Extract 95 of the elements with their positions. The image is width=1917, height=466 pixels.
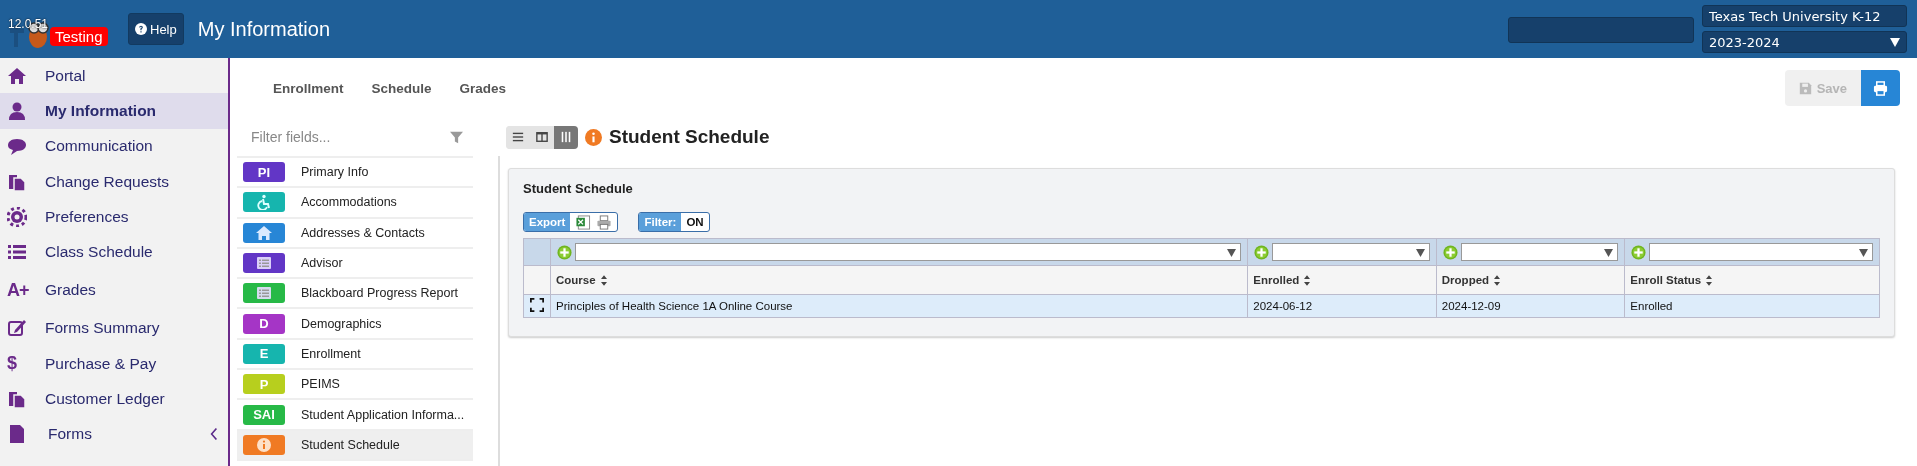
section-badge: PI — [243, 162, 285, 183]
caret-icon — [1604, 247, 1614, 257]
caret-icon — [1890, 37, 1900, 47]
column-view-button[interactable] — [554, 125, 578, 149]
year-dropdown[interactable]: 2023-2024 — [1702, 31, 1907, 53]
search-field[interactable] — [1508, 16, 1694, 43]
field-list-item[interactable]: D Demographics — [237, 309, 473, 340]
caret-icon — [1415, 247, 1425, 257]
filter-dropdown[interactable] — [1649, 243, 1873, 261]
sub-tab[interactable]: Enrollment — [273, 80, 344, 96]
list-icon — [256, 255, 272, 272]
section-badge: E — [243, 343, 285, 364]
sidebar-item[interactable]: My Information — [0, 93, 228, 129]
card-title: Student Schedule — [523, 181, 634, 196]
house-icon — [7, 65, 27, 86]
sidebar-item[interactable]: A+ Grades — [0, 269, 228, 311]
column-header[interactable]: Dropped — [1441, 273, 1490, 286]
field-list-item[interactable]: P PEIMS — [237, 370, 473, 401]
expand-icon[interactable] — [530, 298, 544, 312]
field-list-item[interactable]: PI Primary Info — [237, 158, 473, 189]
documents-icon — [7, 389, 27, 409]
edit-icon — [7, 318, 27, 339]
sort-icon[interactable] — [1304, 275, 1311, 287]
page-title: My Information — [197, 17, 330, 41]
sub-tab[interactable]: Grades — [459, 80, 507, 96]
table-cell: Principles of Health Science 1A Online Course — [550, 294, 1248, 318]
sort-icon[interactable] — [600, 275, 607, 287]
print-button[interactable] — [1861, 70, 1900, 106]
grade-icon: $ — [7, 353, 27, 375]
split-icon — [536, 131, 548, 143]
version-label: 12.0.51 — [8, 17, 49, 31]
person-icon — [7, 100, 27, 121]
environment-badge: Testing — [50, 27, 108, 46]
house-icon — [256, 224, 272, 241]
sort-icon[interactable] — [1706, 275, 1713, 287]
table-cell: 2024-12-09 — [1436, 294, 1625, 318]
list-icon — [256, 285, 272, 302]
column-header[interactable]: Course — [556, 273, 596, 286]
section-badge: SAI — [243, 404, 285, 425]
chevron-icon[interactable] — [210, 427, 218, 442]
caret-icon — [1859, 247, 1868, 257]
grade-icon: A+ — [7, 279, 27, 301]
printer-icon — [1873, 80, 1888, 96]
gear-icon — [7, 206, 27, 227]
sidebar-item[interactable]: Portal — [0, 58, 228, 94]
sidebar-item[interactable]: Customer Ledger — [0, 381, 228, 417]
district-label: Texas Tech University K-12 — [1702, 5, 1907, 27]
sort-icon[interactable] — [1494, 275, 1501, 287]
file-icon — [7, 424, 27, 445]
add-icon[interactable] — [1631, 244, 1647, 260]
sidebar-item[interactable]: Communication — [0, 128, 228, 164]
sidebar-item[interactable]: Preferences — [0, 199, 228, 235]
list-icon — [512, 131, 524, 143]
export-label: Export — [524, 213, 571, 231]
sidebar-item[interactable]: Forms Summary — [0, 310, 228, 347]
filter-field[interactable]: Filter fields... — [249, 128, 450, 146]
sidebar-item[interactable]: Change Requests — [0, 163, 228, 200]
filter-dropdown[interactable] — [575, 243, 1242, 261]
filter-dropdown[interactable] — [1460, 243, 1619, 261]
info-icon — [585, 128, 602, 146]
question-icon — [135, 23, 147, 35]
filter-toggle[interactable]: Filter: ON — [638, 212, 710, 232]
table-cell: 2024-06-12 — [1247, 294, 1437, 318]
sidebar-item[interactable]: Class Schedule — [0, 234, 228, 270]
info-icon — [256, 436, 272, 453]
caret-icon — [1227, 247, 1237, 257]
add-icon[interactable] — [1254, 244, 1270, 260]
field-list-item[interactable]: Advisor — [237, 248, 473, 280]
field-list-item[interactable]: E Enrollment — [237, 339, 473, 371]
section-heading: Student Schedule — [609, 126, 770, 148]
speech-bubble-icon — [7, 136, 27, 157]
column-header[interactable]: Enroll Status — [1630, 273, 1702, 286]
sub-tab[interactable]: Schedule — [371, 80, 432, 96]
printer-icon[interactable] — [596, 214, 613, 230]
field-list-item[interactable]: Student Schedule — [237, 430, 473, 461]
section-badge: P — [243, 374, 285, 395]
field-list-item[interactable]: Addresses & Contacts — [237, 218, 473, 249]
help-button[interactable]: Help — [128, 13, 184, 45]
filter-icon[interactable] — [450, 130, 463, 144]
spreadsheet-icon[interactable] — [575, 214, 592, 230]
section-badge: D — [243, 313, 285, 334]
table-row[interactable]: Principles of Health Science 1A Online Course 2024-06-12 2024-12-09 Enrolled — [523, 294, 1880, 318]
wheelchair-icon — [256, 194, 272, 211]
sidebar-item[interactable]: Forms — [0, 416, 228, 452]
column-header[interactable]: Enrolled — [1253, 273, 1300, 286]
field-list-item[interactable]: Accommodations — [237, 188, 473, 219]
table-cell: Enrolled — [1624, 294, 1880, 318]
add-icon[interactable] — [1442, 244, 1458, 260]
filter-dropdown[interactable] — [1272, 243, 1430, 261]
field-list-item[interactable]: Blackboard Progress Report — [237, 279, 473, 310]
filter-state: ON — [686, 216, 704, 228]
sidebar-item[interactable]: $ Purchase & Pay — [0, 346, 228, 382]
filter-label: Filter: — [639, 213, 682, 231]
add-icon[interactable] — [557, 244, 572, 260]
columns-icon — [560, 131, 572, 143]
